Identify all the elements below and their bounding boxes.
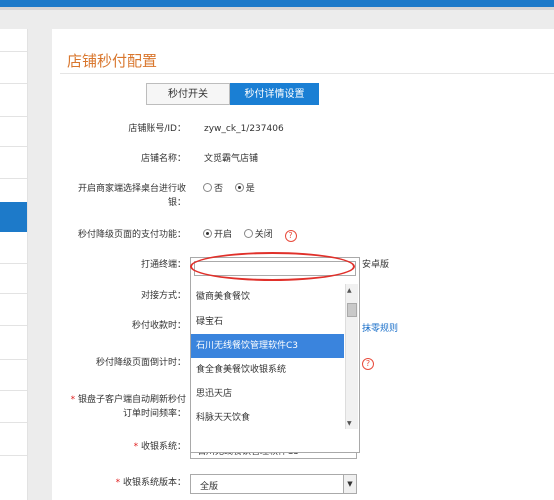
downgrade-pay-label: 秒付降级页面的支付功能：: [77, 230, 186, 240]
dropdown-option[interactable]: 科脉天天饮食: [191, 406, 344, 430]
dropdown-option[interactable]: 徽商美食餐饮: [191, 285, 344, 309]
version-label: * 收银系统版本：: [115, 478, 186, 488]
terminal-side-text: 安卓版: [362, 260, 390, 270]
radio-yes-label: 是: [245, 184, 255, 194]
question-circle-icon[interactable]: ?: [284, 230, 297, 242]
sidebar-divider: [0, 51, 27, 52]
rounding-rule-link[interactable]: 抹零规则: [362, 321, 398, 334]
version-label-text: 收银系统版本：: [122, 478, 186, 488]
radio-no[interactable]: [203, 183, 212, 192]
top-bar: [0, 0, 554, 7]
triangle-down-icon[interactable]: ▼: [343, 475, 356, 493]
top-bar-shadow: [0, 7, 554, 10]
terminal-label: 打通终端：: [140, 260, 186, 270]
dropdown-option-selected[interactable]: 石川无线餐饮管理软件C3: [191, 334, 344, 358]
account-label: 店铺账号/ID：: [128, 124, 186, 134]
version-select[interactable]: 全版 ▼: [190, 474, 357, 494]
cashier-system-label-text: 收银系统：: [140, 442, 186, 452]
sidebar-divider: [0, 293, 27, 294]
radio-yes[interactable]: [234, 183, 244, 192]
annotation-circle: [190, 252, 355, 281]
table-select-label: 开启商家端选择桌台进行收: [77, 184, 186, 194]
store-name-value: 文觅霸气店铺: [204, 154, 259, 164]
account-value: zyw_ck_1/237406: [204, 124, 284, 134]
radio-on-label: 开启: [214, 230, 233, 240]
radio-no-label: 否: [214, 184, 224, 194]
page-title: 店铺秒付配置: [67, 52, 158, 70]
tab-switch[interactable]: 秒付开关: [146, 83, 230, 105]
sidebar-divider: [0, 455, 27, 456]
sidebar: [0, 29, 28, 500]
tab-detail-settings[interactable]: 秒付详情设置: [230, 83, 319, 105]
countdown-label: 秒付降级页面倒计时：: [95, 358, 186, 368]
radio-off-label: 关闭: [254, 230, 273, 240]
triangle-up-icon[interactable]: ▲: [347, 287, 352, 294]
table-select-radio-group: 否 是: [203, 182, 255, 196]
store-name-label: 店铺名称：: [140, 154, 186, 164]
sidebar-divider: [0, 146, 27, 147]
connect-method-label: 对接方式：: [140, 291, 186, 301]
sidebar-item-active[interactable]: [0, 202, 27, 232]
sidebar-divider: [0, 325, 27, 326]
downgrade-radio-group: 开启 关闭 ?: [203, 228, 297, 242]
sidebar-divider: [0, 116, 27, 117]
scrollbar-thumb[interactable]: [347, 303, 357, 317]
refresh-label: * 银盘子客户端自动刷新秒付: [70, 395, 186, 405]
title-divider: [60, 73, 554, 74]
radio-on[interactable]: [203, 229, 212, 238]
refresh-label-text: 银盘子客户端自动刷新秒付: [77, 395, 186, 405]
cashier-system-label: * 收银系统：: [133, 442, 186, 452]
version-value: 全版: [200, 482, 219, 492]
radio-off[interactable]: [243, 229, 253, 238]
sidebar-divider: [0, 422, 27, 423]
dropdown-option[interactable]: 食全食美餐饮收银系统: [191, 358, 344, 382]
sidebar-divider: [0, 83, 27, 84]
triangle-down-icon[interactable]: ▼: [347, 420, 352, 427]
dropdown-option[interactable]: 思迅天店: [191, 382, 344, 406]
question-circle-icon[interactable]: ?: [362, 358, 374, 370]
sidebar-divider: [0, 263, 27, 264]
cashier-label: 秒付收款时：: [131, 321, 186, 331]
sidebar-divider: [0, 390, 27, 391]
refresh-label-2: 订单时间频率：: [122, 409, 186, 419]
sidebar-divider: [0, 359, 27, 360]
dropdown-option[interactable]: 碌宝石: [191, 310, 344, 334]
sidebar-divider: [0, 178, 27, 179]
table-select-label-2: 银：: [167, 198, 186, 208]
